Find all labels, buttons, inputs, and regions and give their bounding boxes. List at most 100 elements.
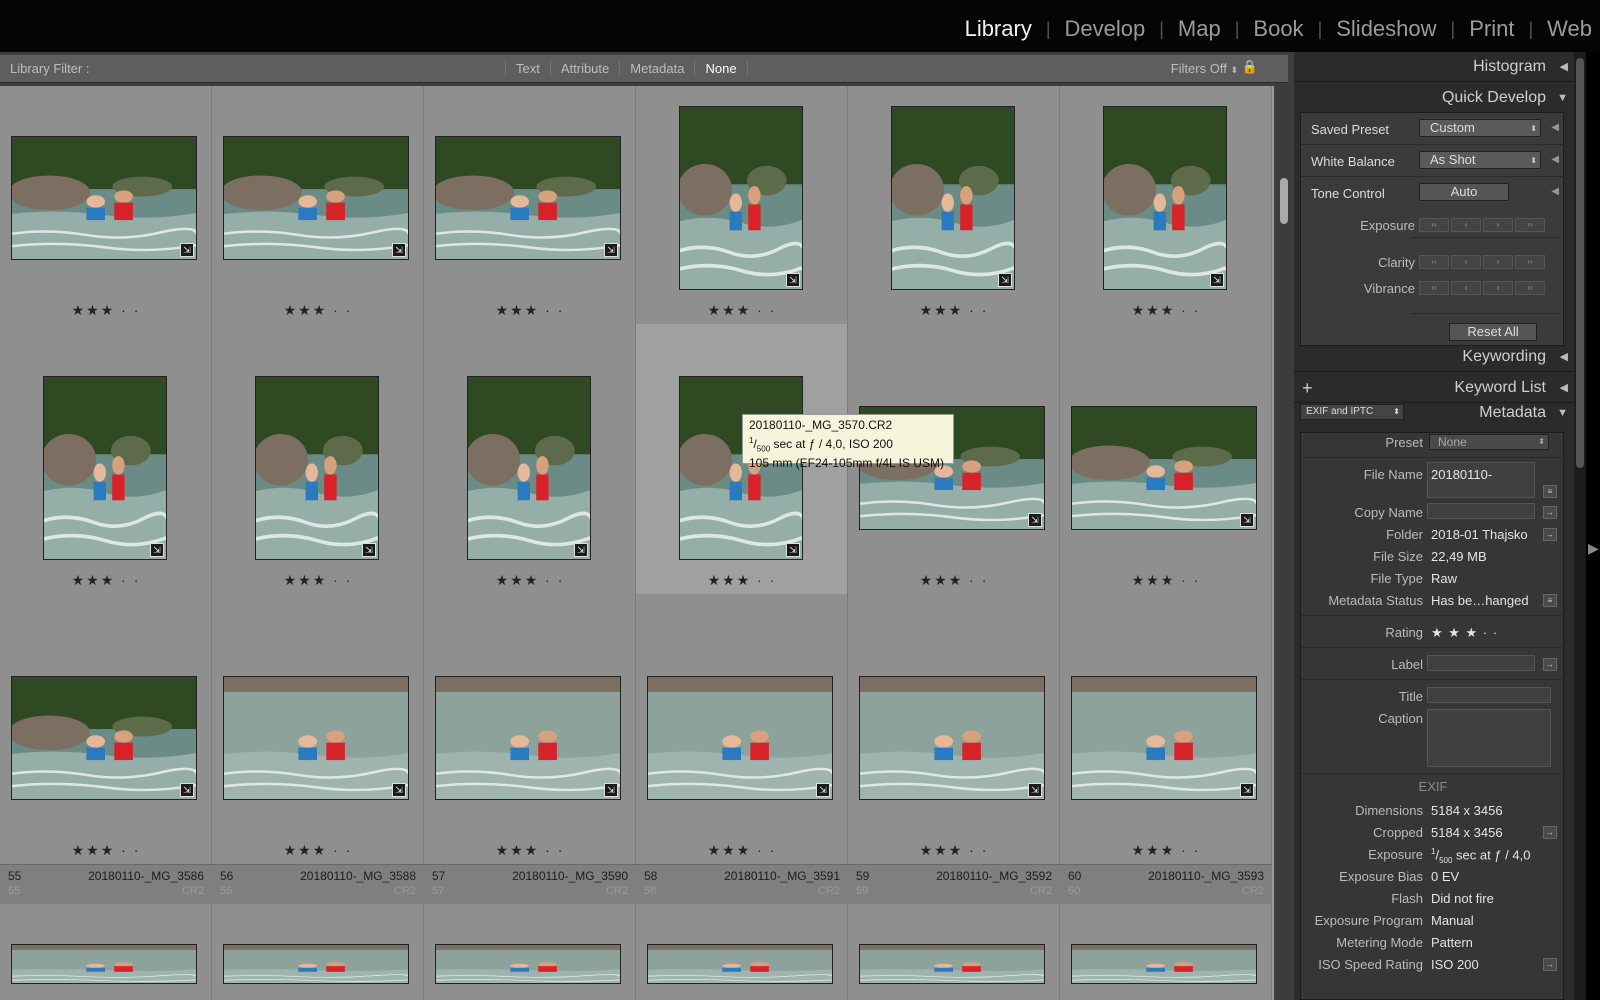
arrow-right-icon[interactable]: → xyxy=(1543,826,1557,839)
thumbnail-rating[interactable]: ★★★ · · xyxy=(636,842,848,859)
thumbnail-image[interactable] xyxy=(435,944,621,984)
thumbnail-image[interactable] xyxy=(679,106,803,290)
clarity-increase-button[interactable]: › xyxy=(1483,255,1513,269)
thumbnail-rating[interactable]: ★★★ · · xyxy=(1060,842,1272,859)
exposure-increase-button[interactable]: › xyxy=(1483,218,1513,232)
exposure-decrease-button[interactable]: ‹ xyxy=(1451,218,1481,232)
filters-off-dropdown[interactable]: Filters Off ⬍ xyxy=(1171,61,1238,76)
thumbnail-rating[interactable]: ★★★ · · xyxy=(0,572,212,589)
copy-name-field[interactable] xyxy=(1427,503,1535,519)
edit-badge-icon[interactable]: ⇲ xyxy=(1210,273,1224,287)
thumbnail-image[interactable] xyxy=(223,944,409,984)
thumbnail-rating[interactable]: ★★★ · · xyxy=(848,572,1060,589)
vibrance-increase-button[interactable]: › xyxy=(1483,281,1513,295)
thumbnail-image[interactable] xyxy=(467,376,591,560)
edit-badge-icon[interactable]: ⇲ xyxy=(180,243,194,257)
thumbnail-image[interactable] xyxy=(859,944,1045,984)
saved-preset-select[interactable]: Custom ⬍ xyxy=(1419,119,1541,137)
metadata-preset-select[interactable]: None ⬍ xyxy=(1429,434,1549,450)
thumbnail-cell[interactable]: ⇲ ★★★ · · 55 55 20180110-_MG_3586 CR2 xyxy=(0,594,212,904)
metadata-header[interactable]: Metadata ▼ xyxy=(1414,398,1574,428)
edit-badge-icon[interactable]: ⇲ xyxy=(574,543,588,557)
exposure-increase-large-button[interactable]: ›› xyxy=(1515,218,1545,232)
module-library[interactable]: Library xyxy=(965,16,1032,42)
thumbnail-cell[interactable]: ⇲★★★ · ·545420180110-_MG_3585CR2 xyxy=(1060,324,1272,634)
rating-stars[interactable]: ★ ★ ★ · · xyxy=(1431,625,1498,641)
edit-badge-icon[interactable]: ⇲ xyxy=(816,783,830,797)
clarity-decrease-button[interactable]: ‹ xyxy=(1451,255,1481,269)
thumbnail-image[interactable] xyxy=(647,944,833,984)
module-web[interactable]: Web xyxy=(1547,16,1592,42)
thumbnail-rating[interactable]: ★★★ · · xyxy=(848,302,1060,319)
edit-badge-icon[interactable]: ⇲ xyxy=(362,543,376,557)
add-icon[interactable]: + xyxy=(1302,373,1313,403)
thumbnail-cell[interactable]: ⇲ ★★★ · · 57 57 20180110-_MG_3590 CR2 xyxy=(424,594,636,904)
edit-badge-icon[interactable]: ⇲ xyxy=(180,783,194,797)
expand-right-icon[interactable]: ▶ xyxy=(1588,540,1599,557)
filter-text[interactable]: Text xyxy=(505,61,550,76)
list-icon[interactable]: ≡ xyxy=(1543,594,1557,607)
thumbnail-cell[interactable] xyxy=(0,904,212,1000)
thumbnail-rating[interactable]: ★★★ · · xyxy=(212,302,424,319)
thumbnail-rating[interactable]: ★★★ · · xyxy=(0,302,212,319)
edit-badge-icon[interactable]: ⇲ xyxy=(1240,513,1254,527)
thumbnail-cell[interactable]: ⇲★★★ · ·434320180110-_MG_3564CR2 xyxy=(0,86,212,364)
thumbnail-cell[interactable]: ⇲ ★★★ · · 58 58 20180110-_MG_3591 CR2 xyxy=(636,594,848,904)
filter-metadata[interactable]: Metadata xyxy=(619,61,694,76)
edit-badge-icon[interactable]: ⇲ xyxy=(1028,513,1042,527)
thumbnail-rating[interactable]: ★★★ · · xyxy=(1060,572,1272,589)
thumbnail-image[interactable] xyxy=(435,676,621,800)
disclosure-icon[interactable]: ◀ xyxy=(1551,154,1559,165)
arrow-right-icon[interactable]: → xyxy=(1543,528,1557,541)
right-panel-scrollbar-thumb[interactable] xyxy=(1576,58,1584,468)
histogram-header[interactable]: Histogram ◀ xyxy=(1294,52,1574,82)
arrow-right-icon[interactable]: → xyxy=(1543,506,1557,519)
thumbnail-cell[interactable]: ⇲★★★ · ·494920180110-_MG_3574CR2 xyxy=(0,324,212,634)
thumbnail-rating[interactable]: ★★★ · · xyxy=(424,302,636,319)
thumbnail-rating[interactable]: ★★★ · · xyxy=(424,842,636,859)
thumbnail-image[interactable] xyxy=(255,376,379,560)
grid-scrollbar-thumb[interactable] xyxy=(1280,178,1288,224)
grid-scrollbar[interactable] xyxy=(1277,86,1291,1000)
thumbnail-rating[interactable]: ★★★ · · xyxy=(212,842,424,859)
arrow-right-icon[interactable]: → xyxy=(1543,658,1557,671)
vibrance-decrease-large-button[interactable]: ‹‹ xyxy=(1419,281,1449,295)
thumbnail-image[interactable] xyxy=(1071,676,1257,800)
thumbnail-image[interactable] xyxy=(223,136,409,260)
title-field[interactable] xyxy=(1427,687,1551,703)
edit-badge-icon[interactable]: ⇲ xyxy=(786,273,800,287)
thumbnail-image[interactable] xyxy=(1071,406,1257,530)
thumbnail-cell[interactable]: ⇲ ★★★ · · 59 59 20180110-_MG_3592 CR2 xyxy=(848,594,1060,904)
thumbnail-rating[interactable]: ★★★ · · xyxy=(212,572,424,589)
quick-develop-header[interactable]: Quick Develop ▼ xyxy=(1294,83,1574,113)
vibrance-decrease-button[interactable]: ‹ xyxy=(1451,281,1481,295)
thumbnail-image[interactable] xyxy=(891,106,1015,290)
thumbnail-image[interactable] xyxy=(1071,944,1257,984)
right-panel-scrollbar[interactable] xyxy=(1574,52,1586,1000)
keywording-header[interactable]: Keywording ◀ xyxy=(1294,342,1574,372)
filter-attribute[interactable]: Attribute xyxy=(549,61,619,76)
module-slideshow[interactable]: Slideshow xyxy=(1336,16,1436,42)
thumbnail-image[interactable] xyxy=(859,676,1045,800)
edit-badge-icon[interactable]: ⇲ xyxy=(150,543,164,557)
module-book[interactable]: Book xyxy=(1253,16,1303,42)
thumbnail-image[interactable] xyxy=(435,136,621,260)
caption-field[interactable] xyxy=(1427,709,1551,767)
metadata-view-select[interactable]: EXIF and IPTC ⬍ xyxy=(1300,404,1404,420)
thumbnail-image[interactable] xyxy=(11,136,197,260)
thumbnail-cell[interactable] xyxy=(424,904,636,1000)
thumbnail-cell[interactable]: ⇲★★★ · ·515120180110-_MG_3582CR2 xyxy=(424,324,636,634)
thumbnail-rating[interactable]: ★★★ · · xyxy=(636,572,848,589)
edit-badge-icon[interactable]: ⇲ xyxy=(392,243,406,257)
list-icon[interactable]: ≡ xyxy=(1543,485,1557,498)
thumbnail-rating[interactable]: ★★★ · · xyxy=(424,572,636,589)
edit-badge-icon[interactable]: ⇲ xyxy=(786,543,800,557)
lock-icon[interactable]: 🔒 xyxy=(1242,59,1258,75)
thumbnail-cell[interactable]: ⇲★★★ · ·484820180110-_MG_3573CR2 xyxy=(1060,86,1272,364)
disclosure-icon[interactable]: ◀ xyxy=(1551,122,1559,133)
module-develop[interactable]: Develop xyxy=(1065,16,1146,42)
thumbnail-cell[interactable]: ⇲★★★ · ·474720180110-_MG_3572CR2 xyxy=(848,86,1060,364)
thumbnail-rating[interactable]: ★★★ · · xyxy=(0,842,212,859)
thumbnail-cell[interactable]: ⇲★★★ · ·454520180110-_MG_3569CR2 xyxy=(424,86,636,364)
reset-all-button[interactable]: Reset All xyxy=(1449,323,1537,341)
